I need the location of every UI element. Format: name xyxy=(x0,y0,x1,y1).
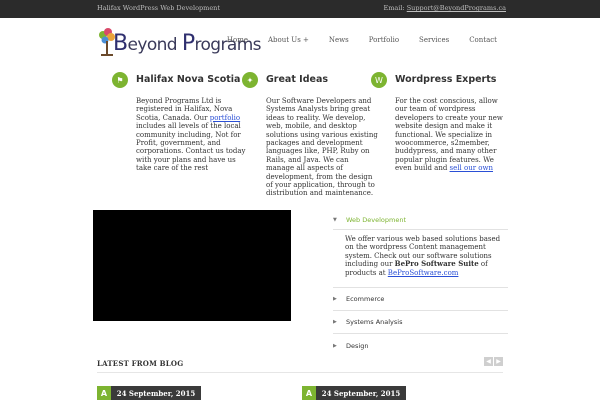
feature-title: Halifax Nova Scotia xyxy=(136,74,241,85)
nav-news[interactable]: News xyxy=(329,36,349,44)
caret-right-icon: ▶ xyxy=(333,342,337,349)
post-date: 24 September, 2015 xyxy=(111,386,201,400)
sell-our-own-link[interactable]: sell our own xyxy=(450,164,493,172)
accordion-web-development[interactable]: ▼ Web Development xyxy=(333,210,508,230)
accordion-ecommerce[interactable]: ▶ Ecommerce xyxy=(333,288,508,312)
accordion-title: Web Development xyxy=(346,215,406,224)
feature-text: Beyond Programs Ltd is registered in Hal… xyxy=(136,97,246,173)
divider xyxy=(97,372,503,373)
post-letter-badge: A xyxy=(97,386,111,400)
blog-post-date: A 24 September, 2015 xyxy=(302,386,406,400)
accordion-systems-analysis[interactable]: ▶ Systems Analysis xyxy=(333,311,508,335)
caret-right-icon: ▶ xyxy=(333,319,337,326)
accordion-panel-web-development: We offer various web based solutions bas… xyxy=(333,230,508,289)
bepro-suite-text: BePro Software Suite xyxy=(394,259,479,269)
nav-portfolio[interactable]: Portfolio xyxy=(369,36,399,44)
contact-email: Email: Support@BeyondPrograms.ca xyxy=(384,4,507,12)
top-bar: Halifax WordPress Web Development Email:… xyxy=(0,0,600,18)
lightbulb-icon: ✦ xyxy=(242,72,258,88)
feature-title: Wordpress Experts xyxy=(395,74,497,85)
email-link[interactable]: Support@BeyondPrograms.ca xyxy=(407,4,506,12)
email-label: Email: xyxy=(383,4,405,12)
blog-carousel-controls: ◀ ▶ xyxy=(484,357,503,366)
bepro-software-link[interactable]: BeProSoftware.com xyxy=(388,269,459,277)
portfolio-link[interactable]: portfolio xyxy=(210,114,240,122)
blog-section-title: LATEST FROM BLOG xyxy=(97,359,184,368)
site-tagline: Halifax WordPress Web Development xyxy=(97,4,220,12)
accordion-title: Ecommerce xyxy=(346,295,385,304)
nav-contact[interactable]: Contact xyxy=(469,36,497,44)
chevron-left-icon[interactable]: ◀ xyxy=(484,357,493,366)
caret-right-icon: ▶ xyxy=(333,296,337,303)
chevron-right-icon[interactable]: ▶ xyxy=(494,357,503,366)
post-date: 24 September, 2015 xyxy=(316,386,406,400)
caret-down-icon: ▼ xyxy=(333,216,337,223)
video-player[interactable] xyxy=(93,210,291,321)
blog-post-date: A 24 September, 2015 xyxy=(97,386,201,400)
post-letter-badge: A xyxy=(302,386,316,400)
accordion-design[interactable]: ▶ Design xyxy=(333,334,508,357)
accordion-title: Design xyxy=(346,341,369,350)
feature-text: For the cost conscious, allow our team o… xyxy=(395,97,503,173)
nav-about-us[interactable]: About Us + xyxy=(268,36,309,44)
nav-services[interactable]: Services xyxy=(419,36,449,44)
main-nav: Home About Us + News Portfolio Services … xyxy=(227,36,497,44)
nav-home[interactable]: Home xyxy=(227,36,248,44)
feature-title: Great Ideas xyxy=(266,74,329,85)
services-accordion: ▼ Web Development We offer various web b… xyxy=(333,210,508,357)
wordpress-icon: W xyxy=(371,72,387,88)
flag-icon: ⚑ xyxy=(112,72,128,88)
accordion-title: Systems Analysis xyxy=(346,318,403,327)
feature-text: Our Software Developers and Systems Anal… xyxy=(266,97,378,198)
site-logo[interactable]: Beyond Programs xyxy=(97,27,262,59)
